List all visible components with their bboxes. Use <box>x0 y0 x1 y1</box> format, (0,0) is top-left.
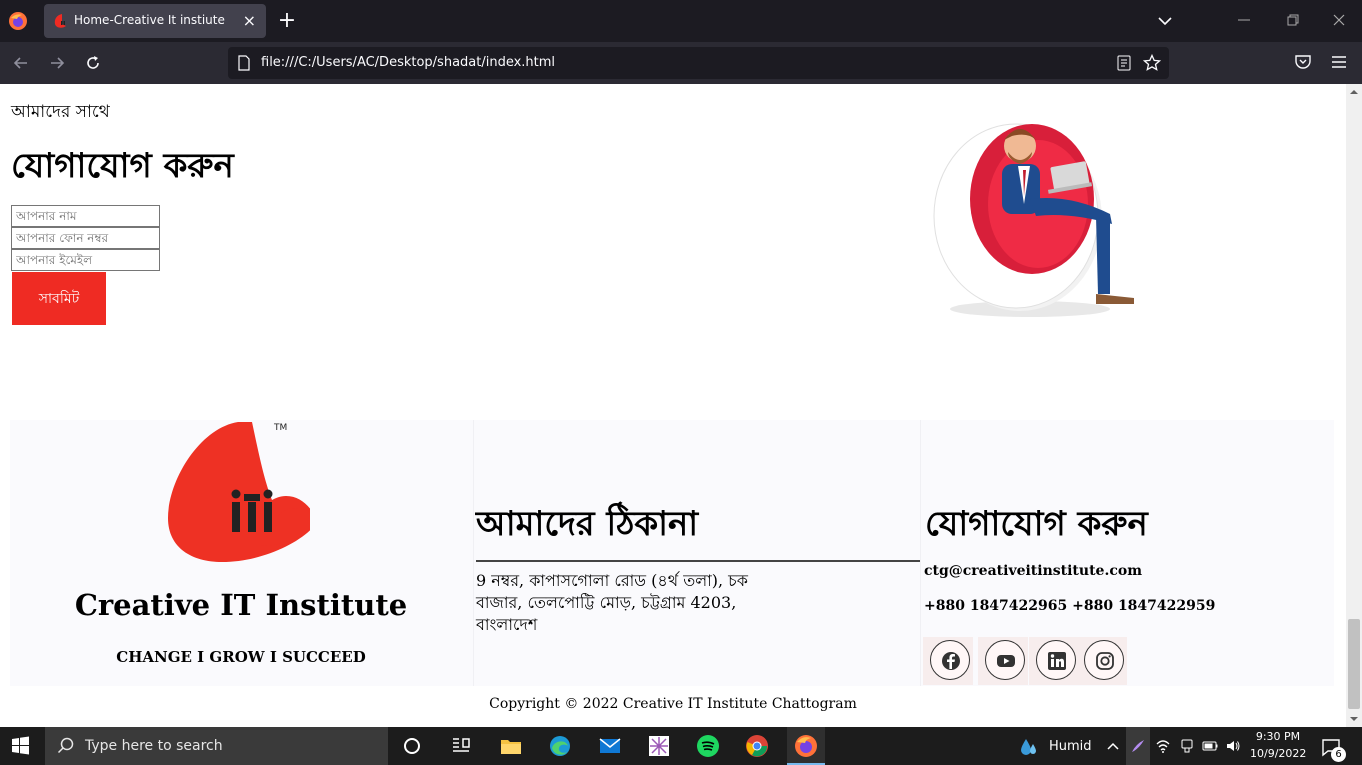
footer-brand-column: TM Creative IT Institute CHANGE I GROW I… <box>10 420 472 686</box>
chevron-down-icon[interactable] <box>1155 11 1175 31</box>
svg-text:TM: TM <box>273 423 287 433</box>
copyright-text: Copyright © 2022 Creative IT Institute C… <box>489 696 857 712</box>
brand-name: Creative IT Institute <box>74 588 408 622</box>
page-viewport: আমাদের সাথে যোগাযোগ করুন সাবমিট <box>0 84 1346 727</box>
brand-tagline: CHANGE I GROW I SUCCEED <box>116 648 366 666</box>
instagram-icon <box>1096 652 1114 670</box>
linkedin-icon <box>1048 652 1066 670</box>
footer-address-column: আমাদের ঠিকানা 9 নম্বর, কাপাসগোলা রোড (৪র… <box>473 420 921 686</box>
browser-tab-bar: Home-Creative It instiute × + <box>0 0 1362 42</box>
search-icon <box>57 737 74 754</box>
taskbar-active-firefox[interactable] <box>787 727 825 765</box>
facebook-link[interactable] <box>930 640 970 680</box>
mail-icon[interactable] <box>598 734 622 758</box>
tab-title: Home-Creative It instiute <box>74 13 225 27</box>
social-cell-youtube <box>978 637 1028 685</box>
vertical-scrollbar[interactable] <box>1346 84 1362 727</box>
edge-browser-icon[interactable] <box>548 734 572 758</box>
windows-taskbar: Type here to search Humid 9:30 PM 10/9/2… <box>0 727 1362 765</box>
wifi-icon[interactable] <box>1155 738 1171 754</box>
minimize-icon[interactable] <box>1236 12 1252 28</box>
pen-tray-cell[interactable] <box>1126 727 1150 765</box>
social-cell-instagram <box>1077 637 1127 685</box>
pen-icon <box>1132 740 1144 752</box>
browser-toolbar: file:///C:/Users/AC/Desktop/shadat/index… <box>0 42 1362 84</box>
task-view-icon[interactable] <box>400 734 424 758</box>
instagram-link[interactable] <box>1084 640 1124 680</box>
divider <box>476 560 921 562</box>
pocket-icon[interactable] <box>1294 53 1312 71</box>
snipping-tool-icon[interactable] <box>647 734 671 758</box>
firefox-icon <box>795 735 817 757</box>
contact-email: ctg@creativeitinstitute.com <box>924 563 1143 579</box>
back-arrow-icon[interactable] <box>11 53 31 73</box>
network-status-icon[interactable] <box>1179 738 1195 754</box>
chevron-up-icon[interactable] <box>1105 738 1121 754</box>
social-cell-facebook <box>923 637 973 685</box>
weather-text[interactable]: Humid <box>1049 739 1092 754</box>
battery-icon[interactable] <box>1202 738 1218 754</box>
url-bar[interactable]: file:///C:/Users/AC/Desktop/shadat/index… <box>228 47 1169 79</box>
name-field[interactable] <box>11 205 160 227</box>
reader-view-icon[interactable] <box>1116 55 1132 71</box>
clock-date[interactable]: 10/9/2022 <box>1250 747 1306 760</box>
volume-icon[interactable] <box>1225 738 1241 754</box>
tab-favicon-icon <box>54 14 66 28</box>
youtube-link[interactable] <box>985 640 1025 680</box>
clock-time[interactable]: 9:30 PM <box>1250 730 1306 743</box>
reload-icon[interactable] <box>83 53 103 73</box>
man-in-egg-chair-illustration <box>933 123 1134 317</box>
bookmark-star-icon[interactable] <box>1143 54 1161 72</box>
social-cell-linkedin <box>1029 637 1079 685</box>
contact-phones: +880 1847422965 +880 1847422959 <box>924 598 1216 614</box>
footer-contact-heading: যোগাযোগ করুন <box>925 504 1148 544</box>
footer: TM Creative IT Institute CHANGE I GROW I… <box>10 420 1334 686</box>
windows-start-icon[interactable] <box>0 727 40 765</box>
address-text: 9 নম্বর, কাপাসগোলা রোড (৪র্থ তলা), চক বা… <box>476 571 748 634</box>
facebook-icon <box>942 652 960 670</box>
new-tab-button[interactable]: + <box>276 8 298 34</box>
weather-icon[interactable] <box>1018 736 1040 758</box>
search-placeholder: Type here to search <box>85 738 223 754</box>
scroll-down-icon[interactable] <box>1350 715 1358 723</box>
hamburger-menu-icon[interactable] <box>1330 53 1348 71</box>
phone-field[interactable] <box>11 227 160 249</box>
scroll-thumb[interactable] <box>1348 619 1360 709</box>
restore-icon[interactable] <box>1285 12 1301 28</box>
close-window-icon[interactable] <box>1331 12 1347 28</box>
contact-kicker: আমাদের সাথে <box>11 102 110 122</box>
footer-contact-column: যোগাযোগ করুন ctg@creativeitinstitute.com… <box>920 420 1334 686</box>
tab-close-button[interactable]: × <box>243 11 256 31</box>
notification-count-badge: 6 <box>1331 747 1346 762</box>
chrome-icon[interactable] <box>745 734 769 758</box>
url-text[interactable]: file:///C:/Users/AC/Desktop/shadat/index… <box>261 55 555 70</box>
creative-it-logo: TM <box>168 422 310 562</box>
widgets-icon[interactable] <box>449 734 473 758</box>
youtube-icon <box>997 655 1015 667</box>
forward-arrow-icon[interactable] <box>47 53 67 73</box>
active-tab[interactable]: Home-Creative It instiute × <box>44 4 266 38</box>
contact-heading: যোগাযোগ করুন <box>11 146 234 186</box>
taskbar-search-box[interactable]: Type here to search <box>45 727 388 765</box>
submit-button[interactable]: সাবমিট <box>12 272 106 325</box>
scroll-up-icon[interactable] <box>1350 88 1358 96</box>
spotify-icon[interactable] <box>696 734 720 758</box>
page-icon <box>238 55 250 71</box>
firefox-menu-icon[interactable] <box>8 11 28 31</box>
linkedin-link[interactable] <box>1036 640 1076 680</box>
file-explorer-icon[interactable] <box>499 734 523 758</box>
address-heading: আমাদের ঠিকানা <box>476 504 699 544</box>
email-field[interactable] <box>11 249 160 271</box>
